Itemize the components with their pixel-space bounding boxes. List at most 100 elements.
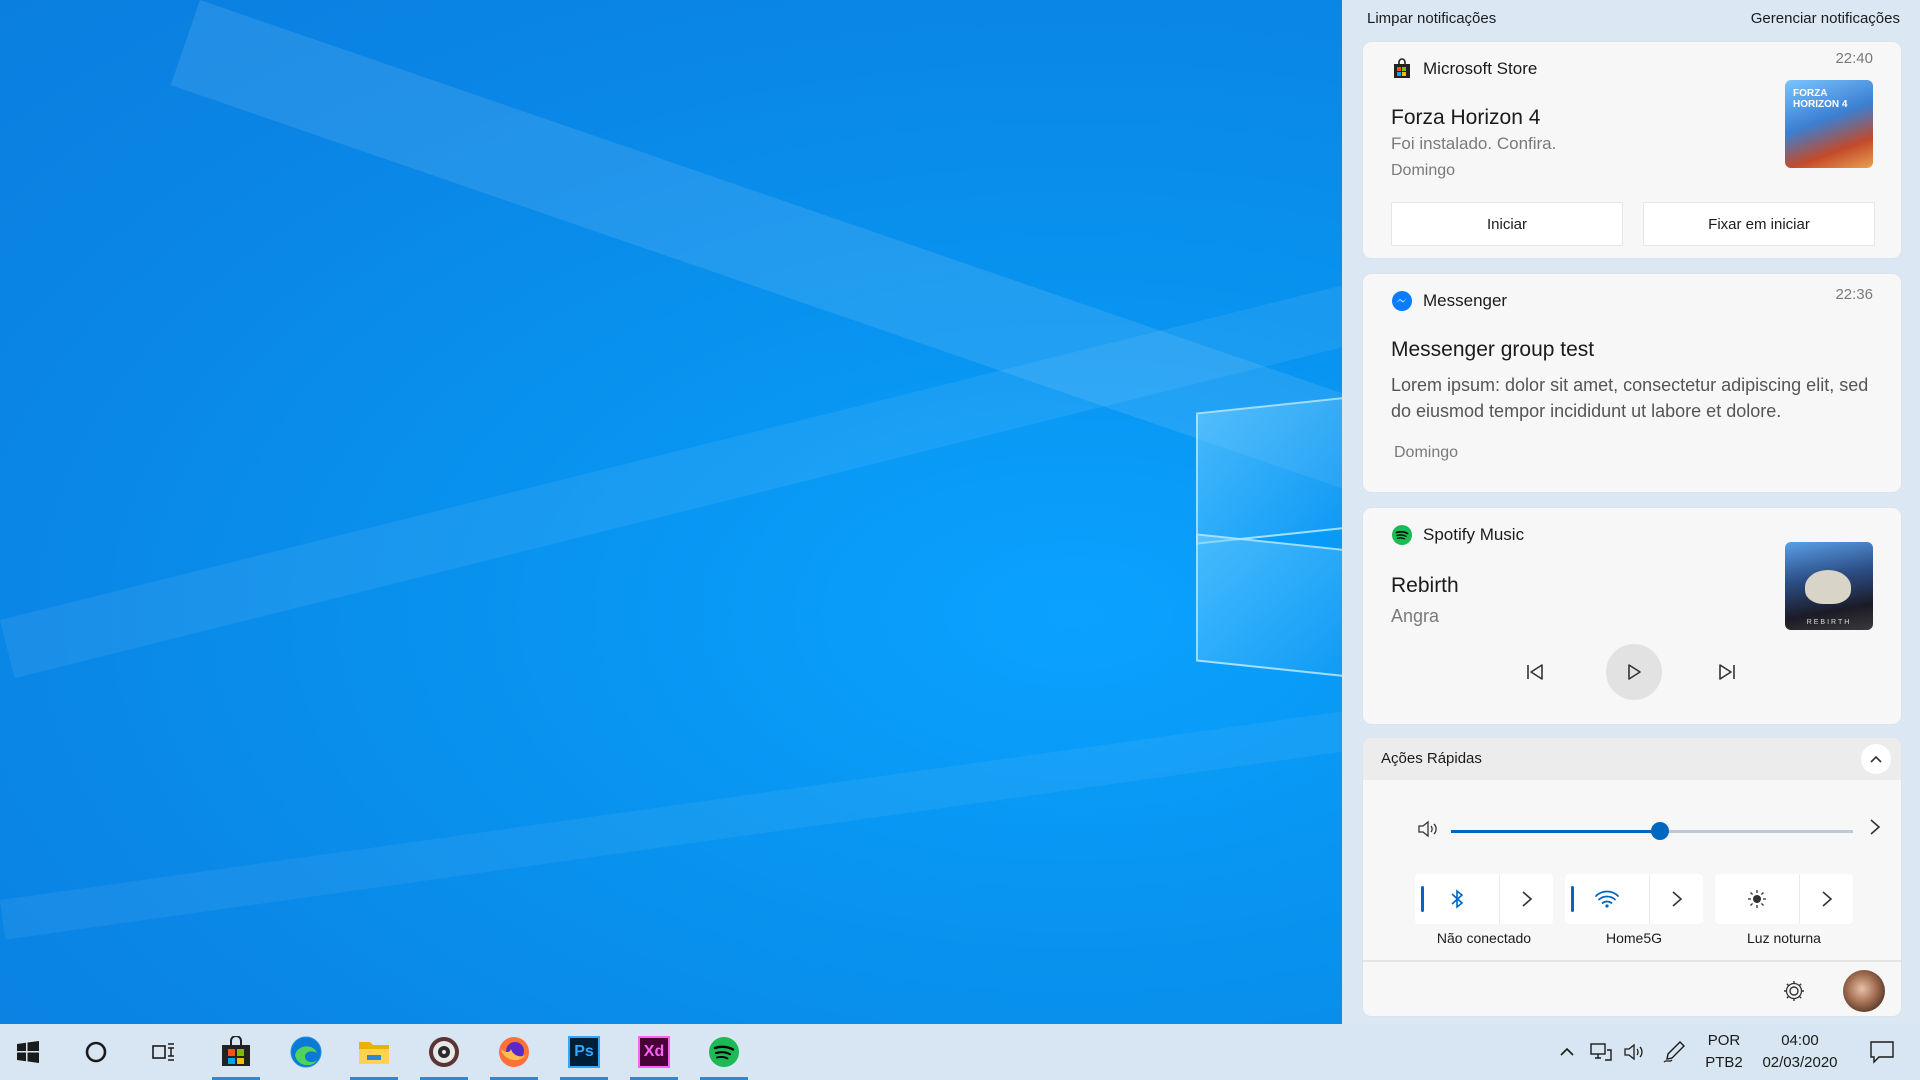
wifi-label: Home5G <box>1605 930 1663 946</box>
pen-icon <box>1663 1041 1685 1063</box>
notification-time: 22:36 <box>1835 286 1873 303</box>
bluetooth-tile[interactable] <box>1415 874 1553 924</box>
spotify-icon <box>1391 524 1413 546</box>
wifi-icon <box>1595 890 1619 908</box>
volume-tray-button[interactable] <box>1620 1024 1650 1080</box>
groove-music-icon <box>429 1037 459 1067</box>
taskbar-photoshop[interactable]: Ps <box>556 1024 612 1080</box>
notification-day: Domingo <box>1394 444 1459 461</box>
volume-icon[interactable] <box>1417 820 1439 843</box>
taskbar-file-explorer[interactable] <box>346 1024 402 1080</box>
bluetooth-expand-button[interactable] <box>1499 874 1553 924</box>
wifi-tile[interactable] <box>1565 874 1703 924</box>
taskbar-groove-music[interactable] <box>416 1024 472 1080</box>
quick-actions-panel: Ações Rápidas Não conectado Home5G Luz n… <box>1363 738 1901 1016</box>
night-light-label: Luz noturna <box>1747 930 1821 946</box>
gear-icon <box>1784 981 1804 1001</box>
action-center-button[interactable] <box>1862 1024 1902 1080</box>
play-button[interactable] <box>1606 644 1662 700</box>
volume-expand-button[interactable] <box>1869 818 1881 842</box>
bluetooth-toggle[interactable] <box>1415 874 1499 924</box>
network-icon <box>1590 1043 1612 1061</box>
chevron-right-icon <box>1870 819 1881 835</box>
forza-thumbnail: FORZA HORIZON 4 <box>1785 80 1873 168</box>
pin-to-start-button[interactable]: Fixar em iniciar <box>1643 202 1875 246</box>
light-beam <box>0 257 1342 679</box>
settings-button[interactable] <box>1781 978 1807 1004</box>
microsoft-store-icon <box>1391 58 1413 80</box>
desktop-wallpaper <box>0 0 1342 1024</box>
notification-card-store[interactable]: Microsoft Store 22:40 Forza Horizon 4 Fo… <box>1363 42 1901 258</box>
notification-title: Forza Horizon 4 <box>1391 106 1541 129</box>
taskbar-store[interactable] <box>208 1024 264 1080</box>
messenger-icon <box>1391 290 1413 312</box>
notification-card-spotify[interactable]: Spotify Music Rebirth Angra REBIRTH <box>1363 508 1901 724</box>
task-view-icon <box>152 1043 174 1061</box>
volume-slider[interactable] <box>1451 822 1853 840</box>
previous-icon <box>1527 664 1543 680</box>
notification-title: Messenger group test <box>1391 338 1595 361</box>
night-light-expand-button[interactable] <box>1799 874 1853 924</box>
windows-logo-pane <box>1196 533 1342 679</box>
chevron-right-icon <box>1521 891 1532 907</box>
speaker-icon <box>1624 1043 1643 1061</box>
task-view-button[interactable] <box>136 1024 192 1080</box>
quick-actions-title: Ações Rápidas <box>1381 750 1482 767</box>
chevron-up-icon <box>1560 1047 1574 1056</box>
clock[interactable]: 04:00 02/03/2020 <box>1752 1030 1848 1074</box>
previous-track-button[interactable] <box>1507 644 1563 700</box>
app-name: Spotify Music <box>1423 525 1525 544</box>
track-title: Rebirth <box>1391 574 1459 597</box>
microsoft-store-icon <box>222 1036 250 1066</box>
manage-notifications-link[interactable]: Gerenciar notificações <box>1751 10 1900 27</box>
wifi-expand-button[interactable] <box>1649 874 1703 924</box>
start-button[interactable] <box>0 1024 56 1080</box>
adobe-xd-icon: Xd <box>638 1036 670 1068</box>
volume-fill <box>1451 830 1661 833</box>
keyboard-layout: PTB2 <box>1705 1054 1743 1071</box>
chevron-up-icon <box>1870 755 1882 763</box>
album-art: REBIRTH <box>1785 542 1873 630</box>
language-code: POR <box>1707 1032 1741 1049</box>
notification-icon <box>1870 1041 1894 1064</box>
bluetooth-label: Não conectado <box>1436 930 1532 946</box>
start-icon <box>17 1041 39 1063</box>
wifi-toggle[interactable] <box>1565 874 1649 924</box>
night-light-tile[interactable] <box>1715 874 1853 924</box>
notification-card-messenger[interactable]: Messenger 22:36 Messenger group test Lor… <box>1363 274 1901 492</box>
collapse-button[interactable] <box>1861 744 1891 774</box>
clock-date: 02/03/2020 <box>1762 1054 1838 1071</box>
quick-actions-header: Ações Rápidas <box>1363 738 1901 780</box>
show-hidden-icons-button[interactable] <box>1554 1024 1580 1080</box>
cortana-icon <box>85 1041 107 1063</box>
input-language-indicator[interactable]: POR PTB2 <box>1700 1030 1748 1074</box>
spotify-icon <box>709 1037 739 1067</box>
launch-button[interactable]: Iniciar <box>1391 202 1623 246</box>
taskbar-edge[interactable] <box>278 1024 334 1080</box>
light-beam <box>0 691 1342 940</box>
divider <box>1363 960 1901 962</box>
firefox-icon <box>499 1037 529 1067</box>
clear-notifications-link[interactable]: Limpar notificações <box>1367 10 1496 27</box>
avatar[interactable] <box>1843 970 1885 1012</box>
night-light-icon <box>1748 890 1766 908</box>
night-light-toggle[interactable] <box>1715 874 1799 924</box>
taskbar-spotify[interactable] <box>696 1024 752 1080</box>
active-indicator <box>1421 886 1424 912</box>
active-indicator <box>1571 886 1574 912</box>
notification-subtitle: Foi instalado. Confira. <box>1391 134 1557 153</box>
network-tray-button[interactable] <box>1586 1024 1616 1080</box>
cortana-button[interactable] <box>68 1024 124 1080</box>
pen-workspace-button[interactable] <box>1660 1024 1690 1080</box>
next-track-button[interactable] <box>1699 644 1755 700</box>
track-artist: Angra <box>1391 606 1440 626</box>
taskbar-adobe-xd[interactable]: Xd <box>626 1024 682 1080</box>
taskbar-firefox[interactable] <box>486 1024 542 1080</box>
file-explorer-icon <box>359 1042 389 1064</box>
app-name: Messenger <box>1423 291 1508 310</box>
volume-thumb[interactable] <box>1651 822 1670 840</box>
clock-time: 04:00 <box>1781 1032 1819 1049</box>
play-icon <box>1628 664 1641 680</box>
chevron-right-icon <box>1671 891 1682 907</box>
next-icon <box>1719 664 1735 680</box>
